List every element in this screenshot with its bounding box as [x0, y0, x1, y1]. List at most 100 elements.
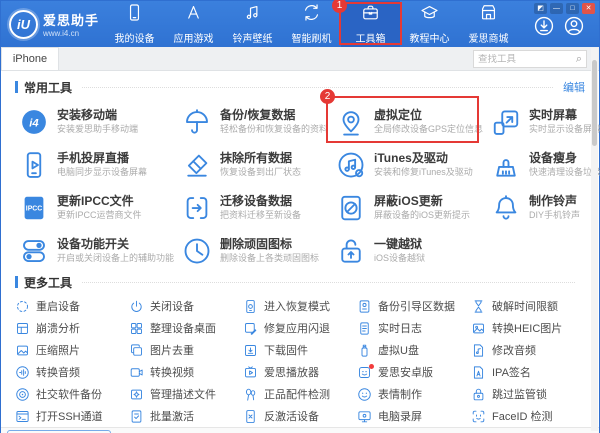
- phone-play-icon: [19, 150, 49, 180]
- more-tool-item[interactable]: 整理设备桌面: [129, 317, 243, 339]
- more-tool-item[interactable]: 下载固件: [243, 339, 357, 361]
- tool-card[interactable]: 实时屏幕实时显示设备屏幕的画面: [487, 100, 600, 143]
- status-bar: 阻止iTunes运行 客服微信公众号检查更新: [1, 427, 599, 433]
- more-tool-label: 下载固件: [264, 342, 308, 358]
- nav-item-ringtone-wallpaper[interactable]: 铃声壁纸: [223, 1, 282, 47]
- more-tool-item[interactable]: 打开SSH通道: [15, 405, 129, 427]
- block-itunes-checkbox[interactable]: 阻止iTunes运行: [7, 430, 111, 433]
- tool-card[interactable]: IPCC更新IPCC文件更新IPCC运营商文件: [15, 186, 178, 229]
- profile-manage-icon: [129, 387, 144, 402]
- tool-card[interactable]: i4 安装移动端安装爱思助手移动端: [15, 100, 178, 143]
- tool-card[interactable]: 备份/恢复数据轻松备份和恢复设备的资料: [178, 100, 332, 143]
- app-window: iU 爱思助手 www.i4.cn 我的设备应用游戏铃声壁纸智能刷机工具箱1教程…: [0, 0, 600, 433]
- nav-item-toolbox[interactable]: 工具箱1: [341, 1, 400, 47]
- more-tool-item[interactable]: 图片去重: [129, 339, 243, 361]
- more-tool-item[interactable]: IPA签名: [471, 361, 585, 383]
- more-tool-item[interactable]: 正品配件检测: [243, 383, 357, 405]
- nav-item-smart-flash[interactable]: 智能刷机: [282, 1, 341, 47]
- search-icon[interactable]: ⌕: [576, 53, 586, 66]
- maximize-icon[interactable]: □: [566, 3, 579, 14]
- nav-item-label: 爱思商城: [469, 30, 509, 45]
- minimize-icon[interactable]: —: [550, 3, 563, 14]
- tool-text: 抹除所有数据恢复设备到出厂状态: [220, 151, 301, 178]
- more-tool-item[interactable]: 崩溃分析: [15, 317, 129, 339]
- tool-card[interactable]: 迁移设备数据把资料迁移至新设备: [178, 186, 332, 229]
- user-button[interactable]: [563, 15, 585, 37]
- more-tool-item[interactable]: FaceID 检测: [471, 405, 585, 427]
- more-tool-item[interactable]: 表情制作: [357, 383, 471, 405]
- tool-card[interactable]: 设备功能开关开启或关闭设备上的辅助功能: [15, 229, 178, 272]
- more-tool-item[interactable]: 修改音频: [471, 339, 585, 361]
- migrate-data-icon: [182, 193, 212, 223]
- section-accent-bar: [15, 276, 18, 288]
- more-tool-item[interactable]: 反激活设备: [243, 405, 357, 427]
- nav-item-label: 我的设备: [115, 30, 155, 45]
- more-tool-item[interactable]: 跳过监管锁: [471, 383, 585, 405]
- more-tool-item[interactable]: 转换视频: [129, 361, 243, 383]
- header: iU 爱思助手 www.i4.cn 我的设备应用游戏铃声壁纸智能刷机工具箱1教程…: [1, 1, 599, 47]
- tool-text: 实时屏幕实时显示设备屏幕的画面: [529, 108, 600, 135]
- tool-text: 一键越狱iOS设备越狱: [374, 237, 425, 264]
- player-icon: [243, 365, 258, 380]
- app-title: 爱思助手: [43, 10, 99, 29]
- nav-item-app-game[interactable]: 应用游戏: [164, 1, 223, 47]
- more-tool-label: IPA签名: [492, 364, 531, 380]
- more-tool-item[interactable]: 实时日志: [357, 317, 471, 339]
- search-input[interactable]: [474, 54, 576, 65]
- new-badge-dot: [369, 364, 374, 369]
- nav-item-i4-store[interactable]: 爱思商城: [459, 1, 518, 47]
- more-tool-item[interactable]: 重启设备: [15, 295, 129, 317]
- more-tool-item[interactable]: 爱思播放器: [243, 361, 357, 383]
- more-tool-item[interactable]: 社交软件备份: [15, 383, 129, 405]
- more-tool-item[interactable]: 转换音频: [15, 361, 129, 383]
- close-icon[interactable]: ✕: [582, 3, 595, 14]
- edit-link[interactable]: 编辑: [563, 79, 585, 95]
- more-tool-item[interactable]: 虚拟U盘: [357, 339, 471, 361]
- tool-title: 一键越狱: [374, 237, 425, 252]
- scrollbar[interactable]: [591, 48, 598, 431]
- more-tool-item[interactable]: 爱思安卓版: [357, 361, 471, 383]
- more-tool-item[interactable]: 电脑录屏: [357, 405, 471, 427]
- scrollbar-thumb[interactable]: [592, 60, 597, 146]
- ipcc-file-icon: IPCC: [19, 193, 49, 223]
- more-tool-item[interactable]: 批量激活: [129, 405, 243, 427]
- tool-text: 安装移动端安装爱思助手移动端: [57, 108, 138, 135]
- tab-iphone[interactable]: iPhone: [1, 47, 59, 70]
- tool-desc: 轻松备份和恢复设备的资料: [220, 123, 328, 135]
- download-button[interactable]: [533, 15, 555, 37]
- nav-item-my-device[interactable]: 我的设备: [105, 1, 164, 47]
- tool-card[interactable]: 制作铃声DIY手机铃声: [487, 186, 600, 229]
- audio-convert-icon: [15, 365, 30, 380]
- ipa-sign-icon: [471, 365, 486, 380]
- more-tool-item[interactable]: 压缩照片: [15, 339, 129, 361]
- tool-desc: 安装和修复iTunes及驱动: [374, 166, 473, 178]
- tool-card[interactable]: 屏蔽iOS更新屏蔽设备的iOS更新提示: [332, 186, 487, 229]
- more-tool-item[interactable]: 修复应用闪退: [243, 317, 357, 339]
- tool-card[interactable]: 手机投屏直播电脑同步显示设备屏幕: [15, 143, 178, 186]
- tool-card[interactable]: 抹除所有数据恢复设备到出厂状态: [178, 143, 332, 186]
- more-tool-label: 跳过监管锁: [492, 386, 547, 402]
- tool-card[interactable]: 删除顽固图标删除设备上各类顽固图标: [178, 229, 332, 272]
- more-tool-item[interactable]: 关闭设备: [129, 295, 243, 317]
- section-divider: [82, 87, 553, 88]
- nav-item-tutorial-center[interactable]: 教程中心: [400, 1, 459, 47]
- tool-card[interactable]: 设备瘦身快速清理设备垃圾文件: [487, 143, 600, 186]
- window-controls: ◩—□✕: [534, 3, 595, 14]
- more-tool-label: 转换视频: [150, 364, 194, 380]
- main-nav: 我的设备应用游戏铃声壁纸智能刷机工具箱1教程中心爱思商城: [105, 1, 518, 47]
- tool-title: 迁移设备数据: [220, 194, 301, 209]
- tool-card[interactable]: iTunes及驱动安装和修复iTunes及驱动: [332, 143, 487, 186]
- tool-card[interactable]: 虚拟定位全局修改设备GPS定位信息2: [332, 100, 487, 143]
- bell-icon: [491, 193, 521, 223]
- more-tool-item[interactable]: 转换HEIC图片: [471, 317, 585, 339]
- more-tool-item[interactable]: 破解时间限额: [471, 295, 585, 317]
- more-tool-item[interactable]: 进入恢复模式: [243, 295, 357, 317]
- more-tool-item[interactable]: 管理描述文件: [129, 383, 243, 405]
- skin-icon[interactable]: ◩: [534, 3, 547, 14]
- i4-circle-icon: i4: [19, 107, 49, 137]
- tool-desc: 删除设备上各类顽固图标: [220, 252, 319, 264]
- location-pin-icon: [336, 107, 366, 137]
- more-tool-item[interactable]: 备份引导区数据: [357, 295, 471, 317]
- header-right-buttons: [533, 15, 585, 37]
- tool-card[interactable]: 一键越狱iOS设备越狱: [332, 229, 487, 272]
